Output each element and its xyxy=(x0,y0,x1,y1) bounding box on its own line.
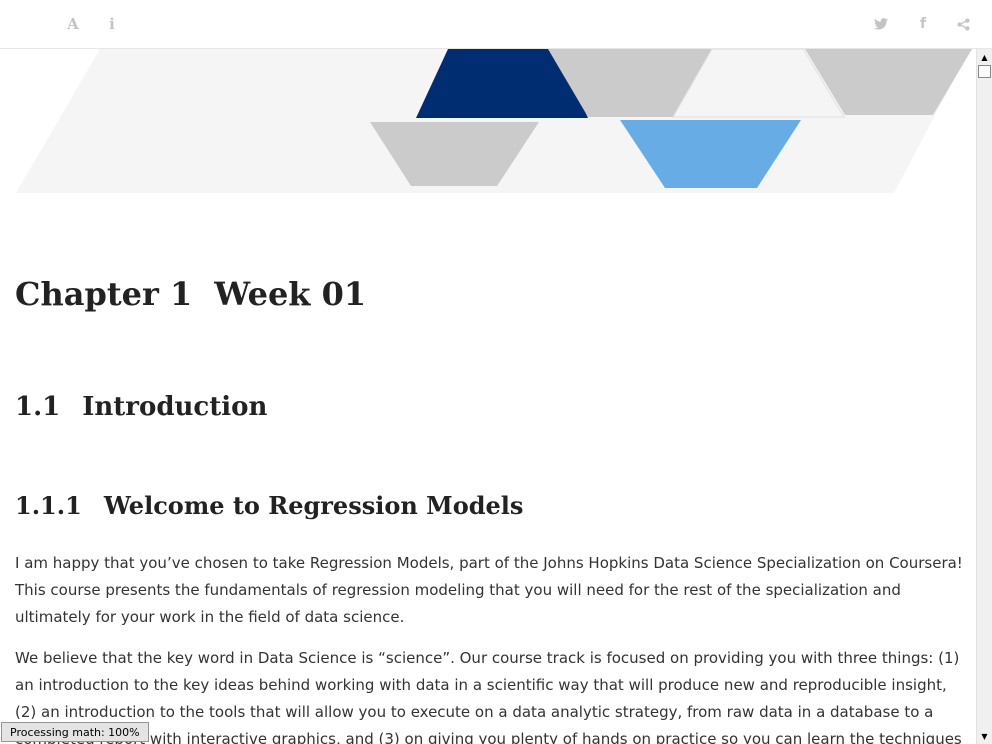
scroll-down-arrow-icon[interactable]: ▼ xyxy=(977,730,992,744)
book-content: Chapter 1 Week 01 1.1 Introduction 1.1.1 We… xyxy=(0,49,976,744)
paragraph: I am happy that you’ve chosen to take Re… xyxy=(15,554,963,626)
paragraph: We believe that the key word in Data Sci… xyxy=(15,649,962,744)
share-icon[interactable] xyxy=(951,12,975,36)
scrollbar-thumb[interactable] xyxy=(978,65,991,78)
info-icon[interactable]: i xyxy=(100,12,124,36)
scroll-up-arrow-icon[interactable]: ▲ xyxy=(977,51,992,65)
subsection-title: 1.1.1 Welcome to Regression Models xyxy=(15,491,524,520)
twitter-icon[interactable] xyxy=(869,12,893,36)
book-toolbar: A i f xyxy=(0,0,992,49)
banner-image xyxy=(16,49,972,193)
facebook-icon[interactable]: f xyxy=(911,12,935,36)
section-title: 1.1 Introduction xyxy=(15,392,268,422)
math-processing-status: Processing math: 100% xyxy=(1,722,149,742)
font-settings-icon[interactable]: A xyxy=(61,12,85,36)
chapter-title: Chapter 1 Week 01 xyxy=(15,275,367,313)
vertical-scrollbar[interactable]: ▲ ▼ xyxy=(976,49,992,744)
